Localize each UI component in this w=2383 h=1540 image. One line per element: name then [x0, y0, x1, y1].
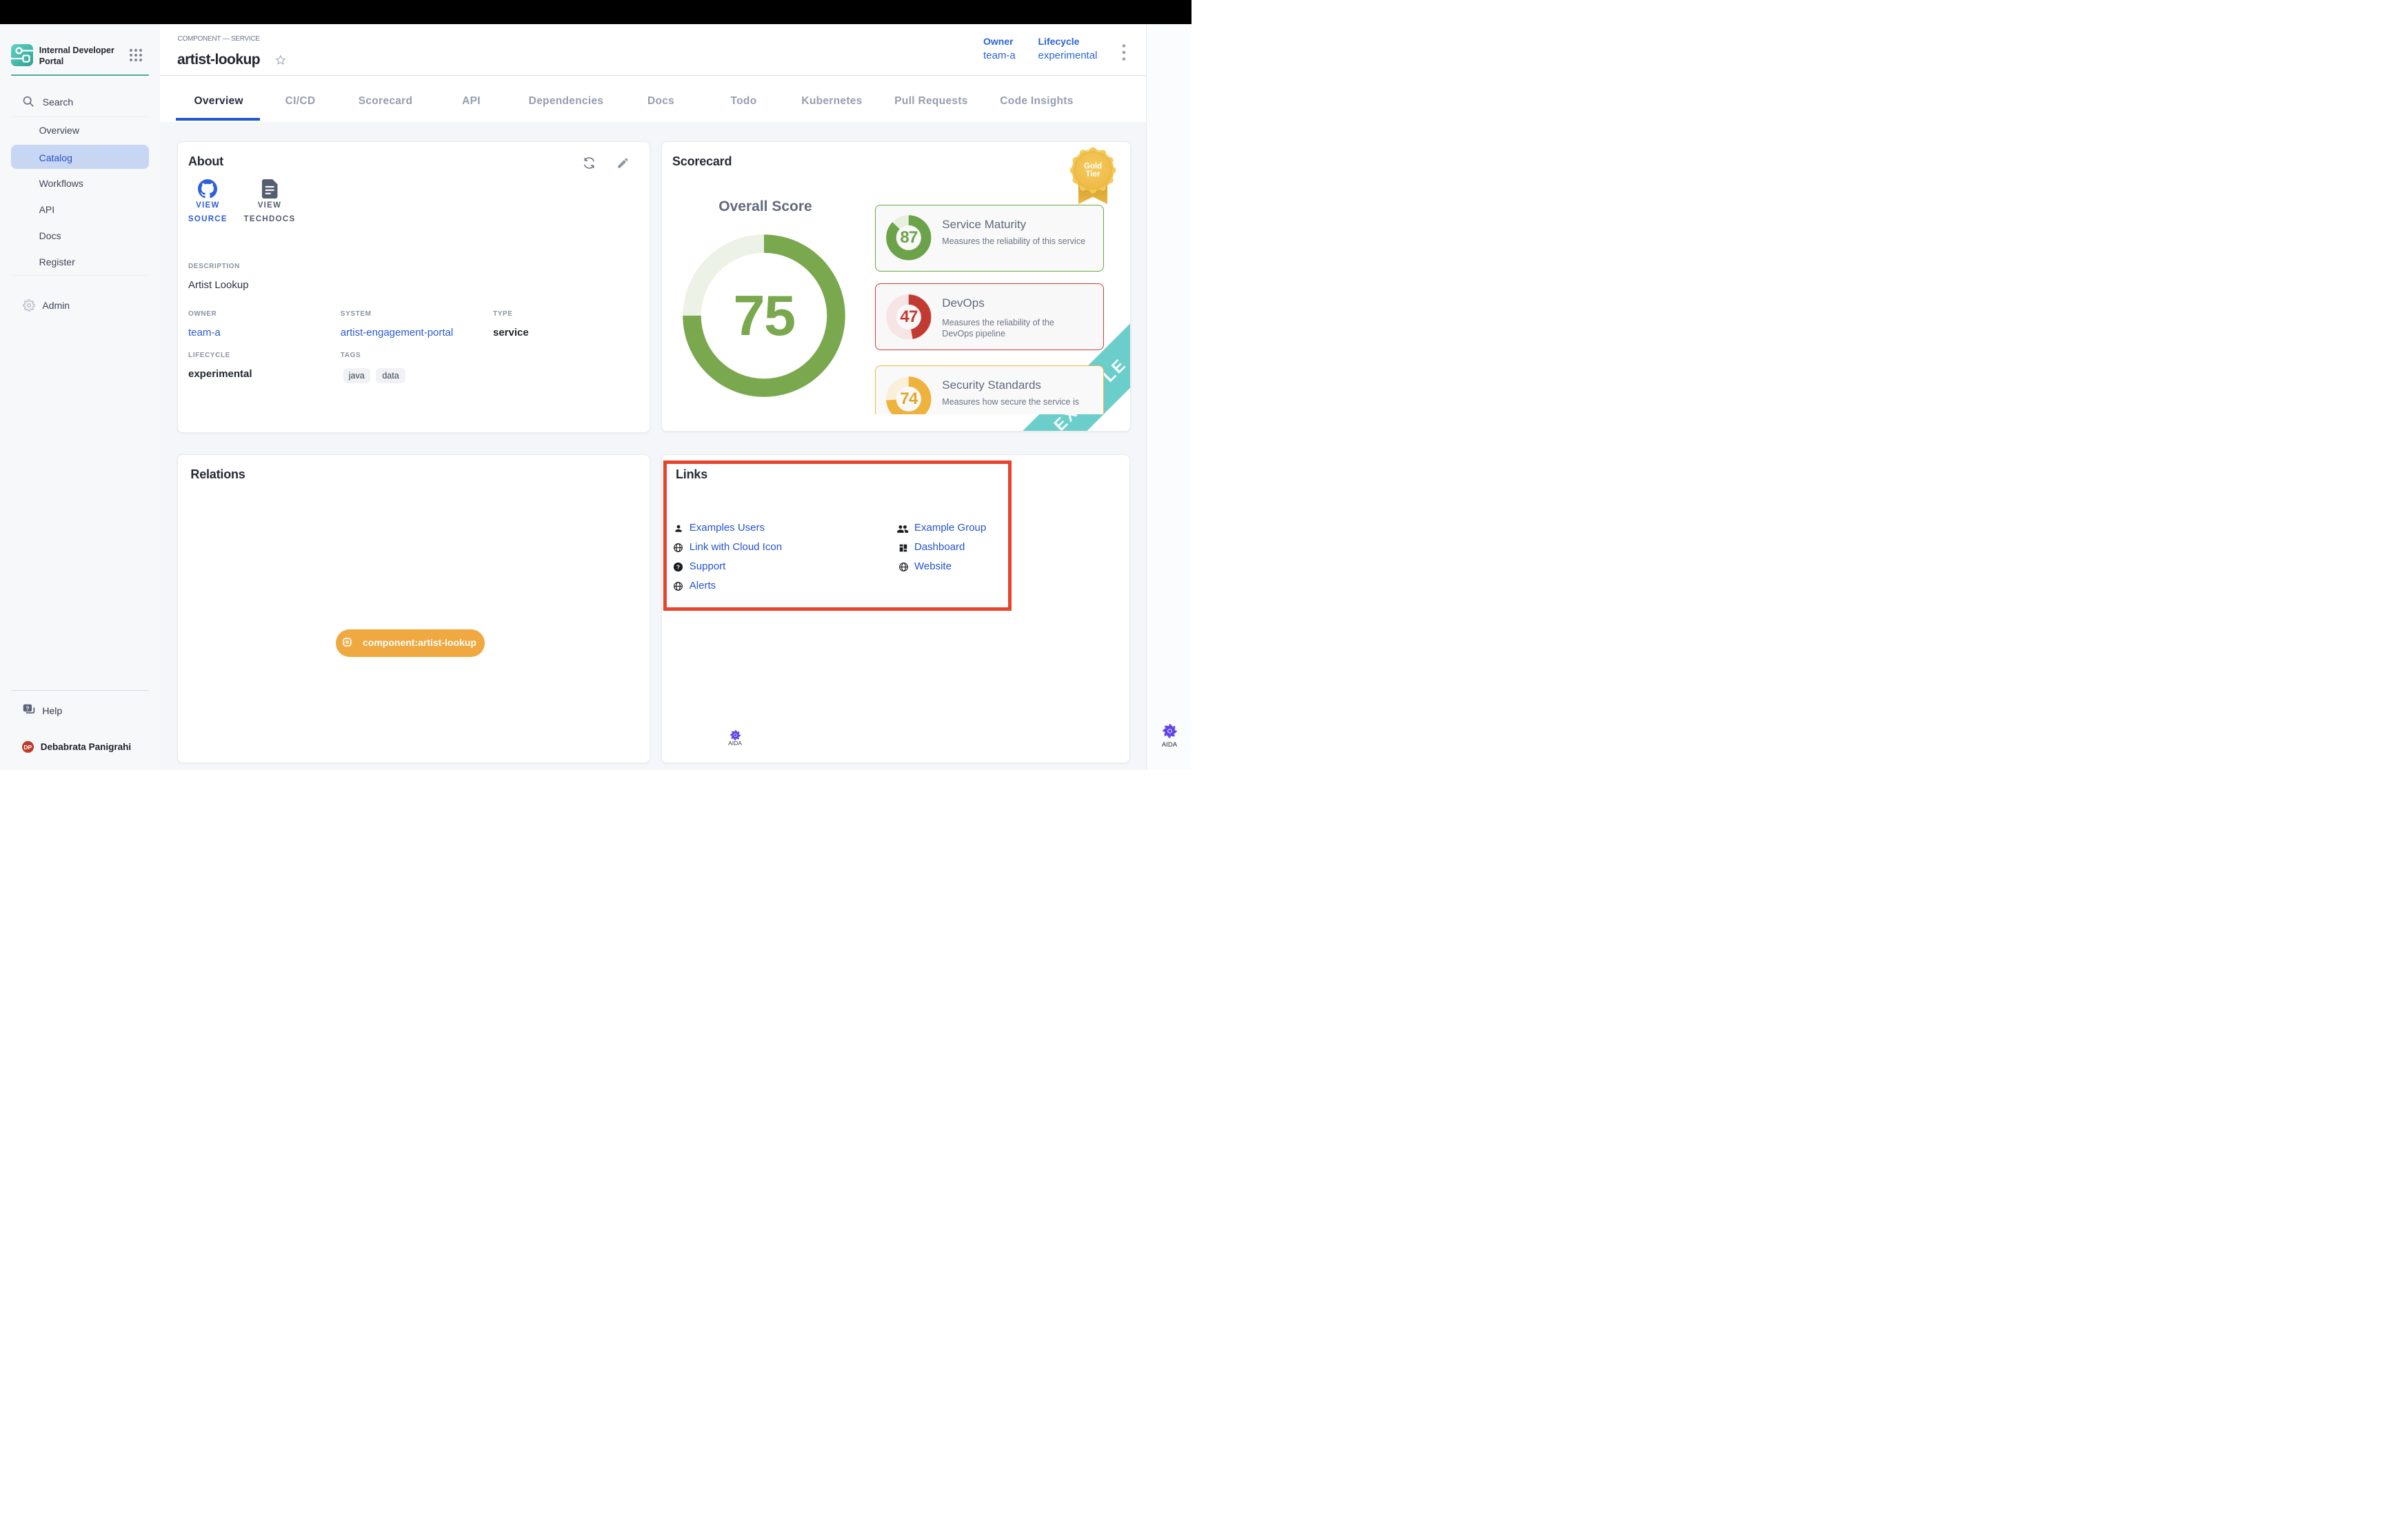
svg-text:Tier: Tier	[1085, 170, 1100, 179]
svg-text:?: ?	[26, 705, 29, 711]
svg-text:Gold: Gold	[1083, 163, 1101, 171]
